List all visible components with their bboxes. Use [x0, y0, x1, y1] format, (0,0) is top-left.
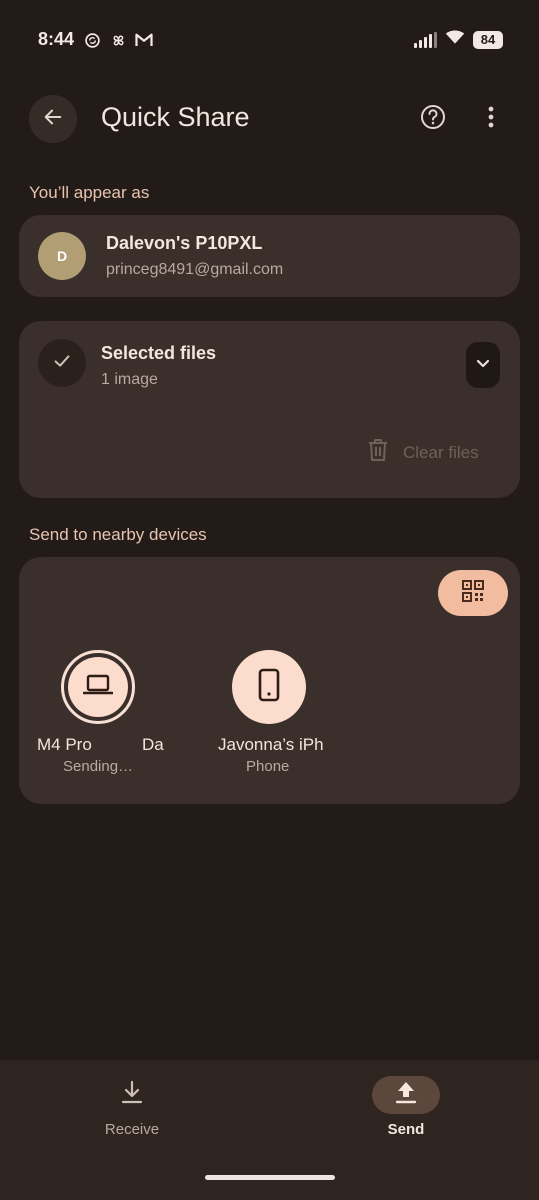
nearby-device-phone[interactable] — [232, 650, 306, 724]
notification-icons — [83, 31, 153, 49]
device-avatar — [232, 650, 306, 724]
chevron-down-icon — [476, 356, 490, 374]
avatar-initial: D — [56, 248, 68, 264]
appear-as-label: You’ll appear as — [29, 183, 150, 202]
pinwheel-icon — [109, 31, 127, 49]
back-button[interactable] — [29, 95, 77, 143]
gmail-icon — [135, 31, 153, 49]
battery-indicator: 84 — [473, 30, 503, 49]
nav-receive-label: Receive — [104, 1121, 160, 1138]
qr-code-icon — [462, 579, 484, 607]
nearby-device-laptop[interactable] — [61, 650, 135, 724]
signal-icon — [414, 31, 437, 48]
device-name-phone: Javonna’s iPh — [218, 735, 324, 754]
device-name-laptop-overflow: Da — [142, 735, 164, 754]
trash-icon — [367, 438, 389, 467]
nav-receive[interactable]: Receive — [72, 1076, 192, 1138]
selected-files-count: 1 image — [101, 371, 158, 388]
check-badge — [38, 339, 86, 387]
device-status-sending: Sending… — [63, 758, 134, 775]
clear-files-button[interactable]: Clear files — [367, 438, 479, 467]
page-title: Quick Share — [101, 102, 250, 132]
qr-code-button[interactable] — [438, 570, 508, 616]
avatar: D — [38, 232, 86, 280]
expand-files-button[interactable] — [466, 342, 500, 388]
send-icon-wrap — [372, 1076, 440, 1114]
selected-files-title: Selected files — [101, 343, 217, 363]
status-time: 8:44 — [38, 29, 75, 49]
status-bar: 8:44 84 — [0, 0, 539, 80]
nearby-devices-label: Send to nearby devices — [29, 525, 207, 544]
clear-files-label: Clear files — [403, 442, 479, 462]
device-type-phone: Phone — [246, 758, 290, 775]
home-indicator[interactable] — [205, 1175, 335, 1180]
nav-send-label: Send — [387, 1121, 425, 1138]
more-options-button[interactable] — [472, 100, 510, 138]
nav-send[interactable]: Send — [346, 1076, 466, 1138]
laptop-icon — [82, 674, 114, 701]
help-icon — [420, 104, 446, 135]
nearby-devices-card: M4 Pro Da Sending… Javonna’s iPh Phone — [19, 557, 520, 804]
status-right: 84 — [414, 29, 503, 50]
check-icon — [51, 350, 73, 377]
download-icon — [121, 1080, 143, 1111]
device-identity-card: D Dalevon's P10PXL princeg8491@gmail.com — [19, 215, 520, 297]
account-email: princeg8491@gmail.com — [106, 261, 284, 278]
app-bar: Quick Share — [0, 90, 539, 150]
device-avatar — [68, 657, 128, 717]
device-name-laptop: M4 Pro — [37, 735, 92, 754]
own-device-name: Dalevon's P10PXL — [106, 233, 263, 253]
wifi-icon — [445, 29, 465, 50]
upload-icon — [395, 1080, 417, 1111]
phone-icon — [258, 668, 280, 707]
sync-icon — [83, 31, 101, 49]
more-vert-icon — [488, 106, 494, 133]
sending-progress-ring — [61, 650, 135, 724]
selected-files-card: Selected files 1 image Clear files — [19, 321, 520, 498]
help-button[interactable] — [414, 100, 452, 138]
back-arrow-icon — [42, 106, 64, 133]
receive-icon-wrap — [98, 1076, 166, 1114]
